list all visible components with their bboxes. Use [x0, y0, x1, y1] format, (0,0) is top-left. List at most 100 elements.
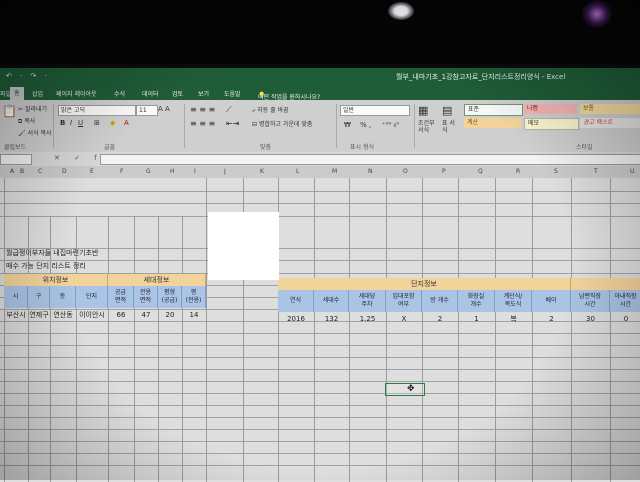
cell-rooms[interactable]: 2: [422, 313, 458, 325]
col-header-S[interactable]: S: [554, 168, 558, 175]
table-format-label[interactable]: 표 서식: [442, 120, 460, 134]
col-header-T[interactable]: T: [594, 168, 598, 175]
col-dong[interactable]: 동: [50, 286, 76, 308]
cell-pyeong-exclusive[interactable]: 14: [182, 309, 206, 321]
format-painter-button[interactable]: 🖌 서식 복사: [18, 128, 52, 137]
tab-formulas[interactable]: 수식: [114, 89, 125, 98]
tab-page-layout[interactable]: 페이지 레이아웃: [56, 89, 97, 98]
col-district[interactable]: 구: [28, 286, 50, 308]
align-top-icon[interactable]: ≡ ≡ ≡: [190, 105, 215, 114]
col-header-Q[interactable]: Q: [478, 168, 483, 175]
cell-bathrooms[interactable]: 1: [458, 313, 495, 325]
col-supply-area[interactable]: 공급 면적: [108, 286, 134, 308]
tab-view[interactable]: 보기: [198, 89, 209, 98]
col-header-R[interactable]: R: [516, 168, 520, 175]
table-format-icon[interactable]: ▤: [442, 104, 452, 117]
font-name-select[interactable]: 맑은 고딕: [58, 105, 136, 116]
indent-icon[interactable]: ⇤⇥: [226, 119, 239, 128]
tab-insert[interactable]: 삽입: [32, 89, 43, 98]
col-header-C[interactable]: C: [38, 168, 42, 175]
cell-bay[interactable]: 2: [532, 313, 571, 325]
font-grow-shrink-icon[interactable]: A A: [158, 105, 170, 113]
style-warning-text[interactable]: 경고 텍스트: [580, 118, 640, 128]
col-header-A[interactable]: A: [10, 168, 14, 175]
col-header-J[interactable]: J: [224, 168, 226, 175]
col-bathrooms[interactable]: 화장실 개수: [458, 290, 495, 312]
col-header-F[interactable]: F: [120, 168, 123, 175]
quick-access-toolbar[interactable]: ↶ · ↷ ·: [6, 72, 50, 80]
col-header-L[interactable]: L: [296, 168, 299, 175]
cell-stair-type[interactable]: 복: [495, 313, 532, 325]
col-pyeong-supply[interactable]: 평형 (공급): [158, 286, 182, 308]
col-complex[interactable]: 단지: [76, 286, 108, 308]
bold-icon[interactable]: B: [60, 119, 65, 127]
complex-header[interactable]: 단지정보: [278, 278, 571, 290]
percent-icon[interactable]: % ,: [360, 121, 371, 129]
conditional-format-label[interactable]: 조건부 서식: [418, 120, 440, 134]
col-header-I[interactable]: I: [194, 168, 196, 175]
cell-year[interactable]: 2016: [278, 313, 314, 325]
style-bad[interactable]: 나쁨: [524, 104, 577, 114]
col-rental[interactable]: 임대포함 여부: [386, 290, 422, 312]
household-header[interactable]: 세대정보: [108, 274, 206, 286]
cell-city[interactable]: 부산시: [4, 309, 28, 321]
location-header[interactable]: 위치정보: [4, 274, 108, 286]
col-header-E[interactable]: E: [90, 168, 94, 175]
tab-help[interactable]: 도움말: [224, 89, 241, 98]
tab-home[interactable]: 홈: [10, 87, 24, 100]
name-box[interactable]: [0, 154, 32, 165]
cut-button[interactable]: ✂ 잘라내기: [18, 104, 47, 113]
merge-center-button[interactable]: ⊟ 병합하고 가운데 맞춤: [252, 119, 312, 128]
sheet-title[interactable]: 월급쟁이부자들 내집마련기초반: [6, 248, 98, 258]
fill-color-icon[interactable]: ◆: [110, 119, 115, 127]
col-wife-commute[interactable]: 아내직장 시간: [610, 290, 640, 312]
currency-icon[interactable]: ₩: [344, 121, 351, 129]
col-header-N[interactable]: N: [368, 168, 373, 175]
col-header-K[interactable]: K: [260, 168, 264, 175]
cell-parking[interactable]: 1.25: [349, 313, 386, 325]
style-note[interactable]: 메모: [524, 118, 579, 130]
decimal-icon[interactable]: ⁺⁰⁰ ₀⁰: [382, 121, 399, 129]
formula-input[interactable]: [100, 154, 640, 165]
tab-review[interactable]: 검토: [172, 89, 183, 98]
col-header-H[interactable]: H: [170, 168, 175, 175]
number-format-select[interactable]: 일반: [340, 105, 410, 116]
italic-icon[interactable]: I: [70, 119, 72, 127]
cell-pyeong-supply[interactable]: 20: [158, 309, 182, 321]
col-header-O[interactable]: O: [403, 168, 408, 175]
cell-households[interactable]: 132: [314, 313, 349, 325]
cell-wife-commute[interactable]: 0: [610, 313, 640, 325]
cell-dong[interactable]: 연산동: [50, 309, 76, 321]
font-size-select[interactable]: 11: [136, 105, 158, 116]
col-header-B[interactable]: B: [20, 168, 24, 175]
col-header-U[interactable]: U: [630, 168, 634, 175]
style-neutral[interactable]: 보통: [580, 104, 640, 114]
sheet-subtitle[interactable]: 매수 가능 단지 리스트 정리: [6, 261, 86, 271]
col-header-M[interactable]: M: [332, 168, 337, 175]
col-city[interactable]: 시: [4, 286, 28, 308]
font-color-icon[interactable]: A: [124, 119, 129, 127]
col-header-G[interactable]: G: [146, 168, 151, 175]
cell-district[interactable]: 연제구: [28, 309, 50, 321]
underline-icon[interactable]: U: [78, 119, 83, 127]
paste-icon[interactable]: 📋: [2, 104, 17, 118]
border-icon[interactable]: ⊞: [94, 119, 100, 127]
cell-rental[interactable]: X: [386, 313, 422, 325]
col-bay[interactable]: 베이: [532, 290, 571, 312]
col-header-D[interactable]: D: [62, 168, 67, 175]
col-stair-type[interactable]: 계단식/ 복도식: [495, 290, 532, 312]
col-rooms[interactable]: 방 개수: [422, 290, 458, 312]
col-parking[interactable]: 세대당 주차: [349, 290, 386, 312]
wrap-text-button[interactable]: ⤶ 자동 줄 바꿈: [252, 105, 289, 115]
conditional-format-icon[interactable]: ▦: [418, 104, 428, 117]
copy-button[interactable]: ⧉ 복사: [18, 116, 35, 126]
cell-complex[interactable]: 이이안시: [76, 309, 108, 321]
complex-header-extension[interactable]: [571, 278, 640, 290]
col-pyeong-exclusive[interactable]: 평 (전용): [182, 286, 206, 308]
col-header-P[interactable]: P: [442, 168, 446, 175]
cell-husband-commute[interactable]: 30: [571, 313, 610, 325]
align-left-icon[interactable]: ≡ ≡ ≡: [190, 119, 215, 128]
selected-cell[interactable]: [385, 383, 425, 396]
style-normal[interactable]: 표준: [464, 104, 523, 116]
cell-supply-area[interactable]: 66: [108, 309, 134, 321]
